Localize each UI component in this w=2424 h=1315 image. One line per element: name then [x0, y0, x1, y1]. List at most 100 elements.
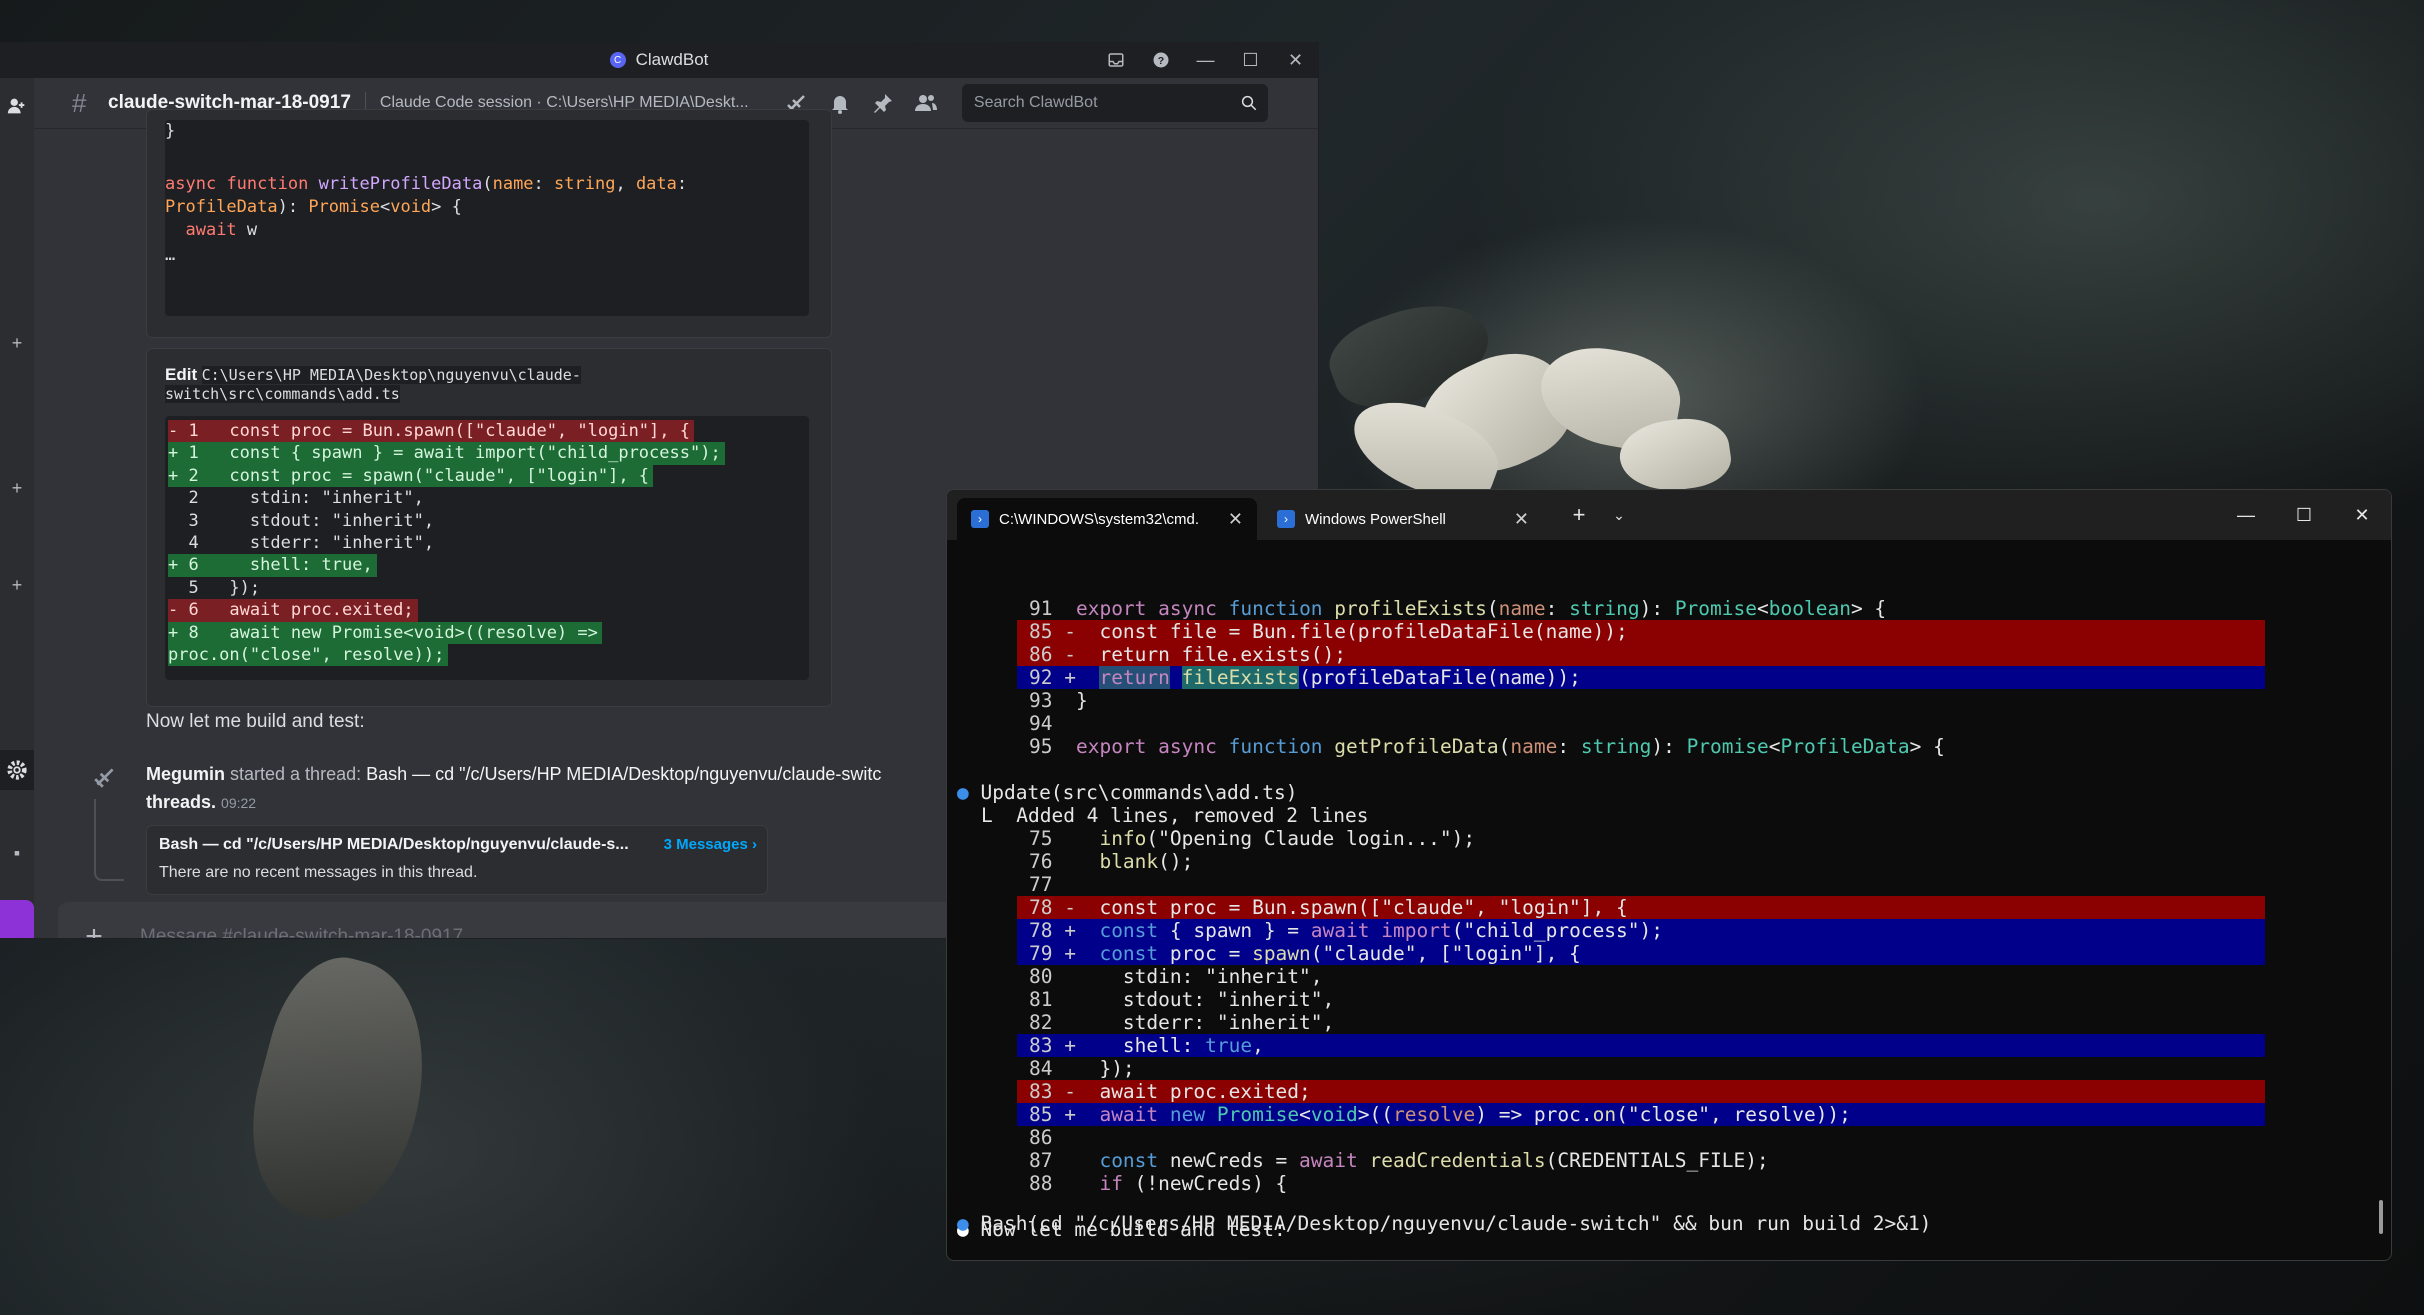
edit-path: C:\Users\HP MEDIA\Desktop\nguyenvu\claud… — [201, 366, 581, 384]
diff-row: + 1 const { spawn } = await import("chil… — [168, 442, 725, 465]
terminal-line: 85 + await new Promise<void>((resolve) =… — [1029, 1103, 1851, 1126]
edit-header: Edit C:\Users\HP MEDIA\Desktop\nguyenvu\… — [165, 365, 805, 404]
diff-row: 5 }); — [168, 577, 725, 599]
new-tab-button[interactable]: + — [1557, 490, 1601, 540]
add-icon[interactable]: + — [0, 473, 34, 503]
timestamp: 09:22 — [221, 795, 257, 811]
powershell-icon: › — [971, 510, 989, 528]
tab-cmd[interactable]: › C:\WINDOWS\system32\cmd. ✕ — [957, 498, 1257, 540]
maximize-button[interactable]: ☐ — [1228, 42, 1273, 78]
terminal-output[interactable]: 91 export async function profileExists(n… — [947, 540, 2391, 1260]
diff-removed-line: - 6 await proc.exited; — [168, 599, 418, 622]
bash-text: Bash(cd "/c/Users/HP MEDIA/Desktop/nguye… — [980, 1212, 1932, 1235]
terminal-line: 83 - await proc.exited; — [1029, 1080, 1311, 1103]
diff-removed-line: - 1 const proc = Bun.spawn(["claude", "l… — [168, 420, 694, 443]
diff-added-line: proc.on("close", resolve)); — [168, 644, 449, 667]
diff-context-line: 4 stderr: "inherit", — [168, 533, 435, 554]
terminal-tabbar: › C:\WINDOWS\system32\cmd. ✕ › Windows P… — [947, 490, 2391, 540]
update-detail: Added 4 lines, removed 2 lines — [1016, 804, 1369, 827]
app-icon: C — [609, 52, 626, 68]
friends-icon[interactable] — [0, 86, 34, 126]
tab-powershell[interactable]: › Windows PowerShell ✕ — [1263, 498, 1543, 540]
terminal-line: 88 if (!newCreds) { — [1029, 1172, 1288, 1195]
see-all-threads-link[interactable]: threads. — [146, 792, 216, 812]
tab-title: Windows PowerShell — [1305, 510, 1446, 528]
terminal-line: 87 const newCreds = await readCredential… — [1029, 1149, 1769, 1172]
diff-row: + 6 shell: true, — [168, 554, 725, 577]
terminal-line: 92 + return fileExists(profileDataFile(n… — [1029, 666, 1581, 689]
thread-icon — [92, 764, 122, 794]
diff-row: 3 stdout: "inherit", — [168, 510, 725, 532]
thread-notice: Megumin started a thread: Bash — cd "/c/… — [146, 764, 881, 785]
inbox-icon[interactable] — [1093, 42, 1138, 78]
add-icon[interactable]: + — [0, 570, 34, 600]
terminal-line: ● Bash(cd "/c/Users/HP MEDIA/Desktop/ngu… — [957, 1212, 1932, 1235]
search-box[interactable] — [961, 84, 1268, 122]
message-text: Now let me build and test: — [146, 711, 365, 732]
edit-label: Edit — [165, 365, 198, 384]
window-titlebar: C ClawdBot ? — ☐ ✕ — [0, 42, 1318, 78]
thread-name[interactable]: Bash — cd "/c/Users/HP MEDIA/Desktop/ngu… — [366, 764, 881, 784]
terminal-line: 86 - return file.exists(); — [1029, 643, 1346, 666]
minimize-button[interactable]: — — [2217, 490, 2275, 540]
terminal-line: 85 - const file = Bun.file(profileDataFi… — [1029, 620, 1628, 643]
close-button[interactable]: ✕ — [1273, 42, 1318, 78]
code-line: … — [165, 245, 176, 265]
diff-row: 4 stderr: "inherit", — [168, 532, 725, 554]
headset-icon[interactable]: ▪ — [0, 838, 34, 868]
thread-messages-link[interactable]: 3 Messages › — [664, 836, 757, 853]
terminal-line: 82 stderr: "inherit", — [1029, 1011, 1335, 1034]
tab-close-icon[interactable]: ✕ — [1514, 509, 1529, 530]
diff-row: 2 stdin: "inherit", — [168, 487, 725, 509]
diff-added-line: + 2 const proc = spawn("claude", ["login… — [168, 464, 654, 488]
code-line: } — [165, 121, 176, 141]
window-title: ClawdBot — [635, 50, 709, 69]
close-button[interactable]: ✕ — [2333, 490, 2391, 540]
diff-added-line: + 6 shell: true, — [168, 554, 377, 577]
maximize-button[interactable]: ☐ — [2275, 490, 2333, 540]
diff-lines: - 1 const proc = Bun.spawn(["claude", "l… — [168, 420, 725, 667]
terminal-line: L Added 4 lines, removed 2 lines — [981, 804, 1369, 827]
user-avatar[interactable] — [0, 900, 34, 938]
attach-button[interactable]: + — [80, 920, 108, 938]
diff-row: + 2 const proc = spawn("claude", ["login… — [168, 464, 725, 488]
scrollbar-thumb[interactable] — [2379, 1200, 2383, 1234]
terminal-line: 76 blank(); — [1029, 850, 1194, 873]
members-icon[interactable] — [910, 87, 942, 119]
code-line: async function writeProfileData(name: st… — [165, 174, 688, 194]
code-block: } async function writeProfileData(name: … — [165, 120, 809, 316]
terminal-line: 75 info("Opening Claude login..."); — [1029, 827, 1476, 850]
thread-card-title: Bash — cd "/c/Users/HP MEDIA/Desktop/ngu… — [159, 836, 629, 853]
powershell-icon: › — [1277, 510, 1295, 528]
terminal-line: 95 export async function getProfileData(… — [1029, 735, 1945, 758]
thread-card[interactable]: Bash — cd "/c/Users/HP MEDIA/Desktop/ngu… — [146, 825, 768, 895]
terminal-line: 81 stdout: "inherit", — [1029, 988, 1335, 1011]
diff-context-line: 3 stdout: "inherit", — [168, 510, 435, 531]
gear-icon[interactable] — [0, 750, 34, 790]
author-name[interactable]: Megumin — [146, 764, 225, 784]
diff-row: + 8 await new Promise<void>((resolve) => — [168, 621, 725, 645]
tab-title: C:\WINDOWS\system32\cmd. — [999, 510, 1200, 528]
terminal-line: 79 + const proc = spawn("claude", ["logi… — [1029, 942, 1581, 965]
diff-row: - 1 const proc = Bun.spawn(["claude", "l… — [168, 420, 725, 443]
thread-card-empty: There are no recent messages in this thr… — [159, 864, 478, 881]
tab-close-icon[interactable]: ✕ — [1228, 509, 1243, 530]
terminal-window: › C:\WINDOWS\system32\cmd. ✕ › Windows P… — [946, 489, 2392, 1261]
hash-icon: # — [72, 87, 87, 118]
server-rail: + + + ▪ — [0, 78, 34, 938]
terminal-line: 78 + const { spawn } = await import("chi… — [1029, 919, 1664, 942]
diff-context-line: 5 }); — [168, 577, 261, 598]
pin-icon[interactable] — [867, 87, 899, 119]
terminal-line: 83 + shell: true, — [1029, 1034, 1264, 1057]
code-line: ProfileData): Promise<void> { — [165, 197, 462, 217]
tab-dropdown-icon[interactable]: ⌄ — [1599, 490, 1639, 540]
edit-path: switch\src\commands\add.ts — [165, 385, 400, 403]
search-input[interactable] — [971, 93, 1240, 113]
help-icon[interactable]: ? — [1138, 42, 1183, 78]
add-icon[interactable]: + — [0, 328, 34, 358]
edit-embed: Edit C:\Users\HP MEDIA\Desktop\nguyenvu\… — [146, 348, 832, 707]
minimize-button[interactable]: — — [1183, 42, 1228, 78]
terminal-line: 78 - const proc = Bun.spawn(["claude", "… — [1029, 896, 1628, 919]
diff-block: - 1 const proc = Bun.spawn(["claude", "l… — [165, 416, 809, 680]
diff-added-line: + 8 await new Promise<void>((resolve) => — [168, 621, 602, 645]
